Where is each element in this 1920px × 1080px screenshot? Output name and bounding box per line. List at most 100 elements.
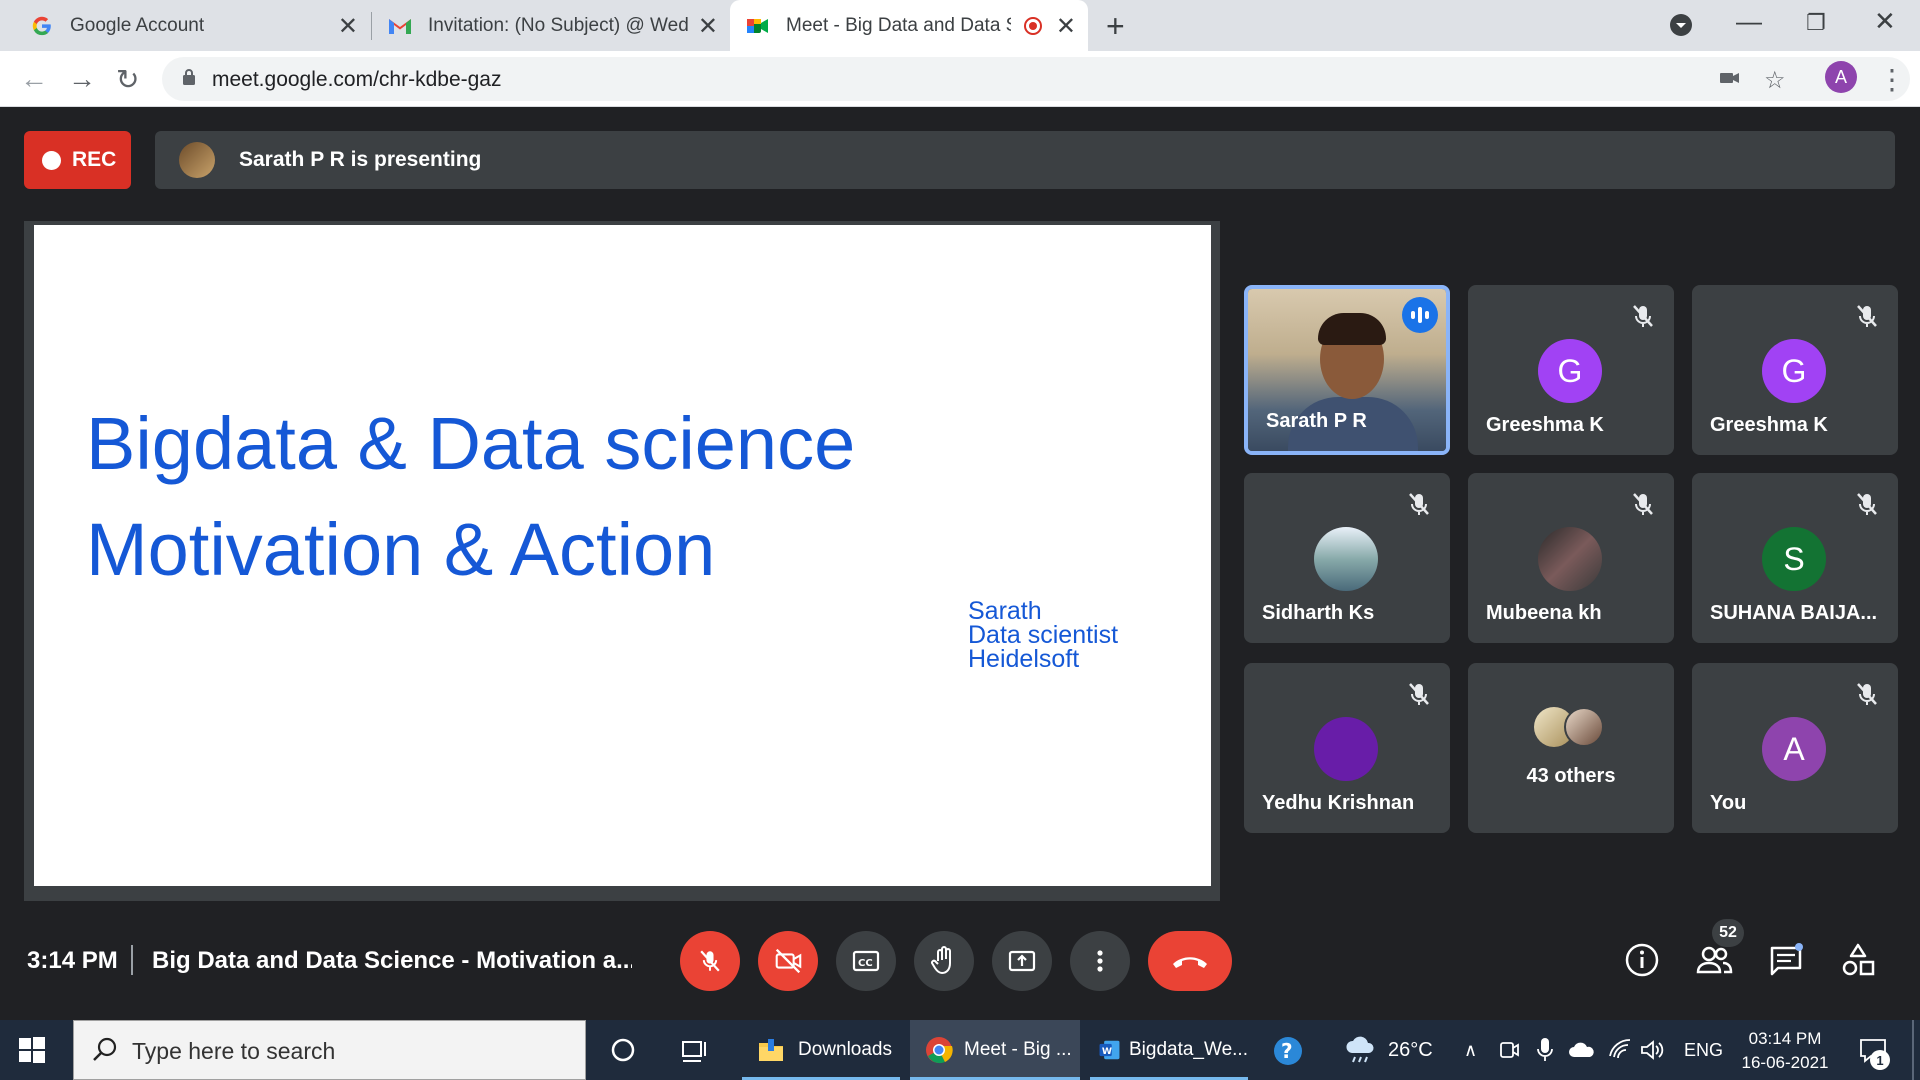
- svg-text:?: ?: [1281, 1039, 1293, 1063]
- google-g-icon: [30, 14, 54, 38]
- task-view-icon[interactable]: [681, 1036, 709, 1064]
- presentation-slide: Bigdata & Data science Motivation & Acti…: [34, 225, 1211, 886]
- chrome-icon: [926, 1037, 953, 1064]
- back-icon[interactable]: ←: [20, 63, 48, 95]
- record-dot-icon: [42, 151, 61, 170]
- reload-icon[interactable]: ↻: [116, 63, 139, 96]
- taskbar-app-word[interactable]: W Bigdata_We...: [1090, 1020, 1248, 1080]
- windows-start-icon[interactable]: [18, 1036, 46, 1064]
- show-desktop-button[interactable]: [1912, 1020, 1914, 1080]
- participant-avatar: S: [1762, 527, 1826, 591]
- camera-icon[interactable]: [1718, 66, 1742, 97]
- participant-name: Greeshma K: [1710, 414, 1828, 436]
- info-icon[interactable]: [1622, 940, 1662, 980]
- hand-icon: [931, 946, 951, 974]
- window-close-icon[interactable]: ✕: [1874, 6, 1896, 37]
- participant-tile[interactable]: Yedhu Krishnan: [1244, 663, 1450, 833]
- participant-photo: [1564, 707, 1604, 747]
- participant-tile[interactable]: S SUHANA BAIJA...: [1692, 473, 1898, 643]
- notification-count-badge: 1: [1870, 1050, 1890, 1070]
- participant-tile[interactable]: Mubeena kh: [1468, 473, 1674, 643]
- slide-title-line1: Bigdata & Data science: [86, 402, 856, 485]
- wifi-icon[interactable]: [1608, 1038, 1632, 1060]
- close-tab-icon[interactable]: ✕: [1056, 12, 1076, 41]
- activities-icon[interactable]: [1838, 940, 1878, 980]
- system-clock[interactable]: 03:14 PM 16-06-2021: [1730, 1027, 1840, 1075]
- taskbar-app-downloads[interactable]: Downloads: [742, 1020, 900, 1080]
- language-indicator[interactable]: ENG: [1684, 1020, 1723, 1080]
- help-icon[interactable]: ?: [1272, 1035, 1304, 1067]
- svg-text:CC: CC: [858, 958, 873, 969]
- volume-icon[interactable]: [1640, 1038, 1666, 1062]
- speaking-indicator-icon: [1402, 297, 1438, 333]
- taskbar-app-label: Downloads: [798, 1039, 892, 1060]
- participant-name: You: [1710, 792, 1747, 814]
- mic-toggle-button[interactable]: [680, 931, 740, 991]
- participant-tile[interactable]: G Greeshma K: [1692, 285, 1898, 455]
- tab-search-icon[interactable]: [1670, 14, 1692, 36]
- meeting-title: Big Data and Data Science - Motivation a…: [152, 947, 632, 974]
- folder-icon: [759, 1039, 783, 1061]
- browser-toolbar: ← → ↻ meet.google.com/chr-kdbe-gaz ☆ A ⋮: [0, 51, 1920, 107]
- participant-name: Mubeena kh: [1486, 602, 1602, 624]
- onedrive-icon[interactable]: [1568, 1040, 1596, 1060]
- hang-up-icon: [1173, 957, 1207, 968]
- participant-tile[interactable]: G Greeshma K: [1468, 285, 1674, 455]
- mic-off-icon: [1409, 683, 1429, 705]
- chrome-menu-icon[interactable]: ⋮: [1878, 63, 1906, 96]
- tab-invitation[interactable]: Invitation: (No Subject) @ Wed Ju ✕: [372, 0, 730, 51]
- participant-avatar: A: [1762, 717, 1826, 781]
- present-screen-icon: [1008, 950, 1036, 972]
- presenter-avatar: [179, 142, 215, 178]
- taskbar-search-box[interactable]: Type here to search: [73, 1020, 586, 1080]
- gmail-icon: [388, 14, 412, 38]
- participant-tile[interactable]: Sarath P R: [1244, 285, 1450, 455]
- others-count-label: 43 others: [1526, 765, 1616, 787]
- search-placeholder: Type here to search: [132, 1038, 336, 1064]
- mic-off-icon: [1857, 305, 1877, 327]
- camera-toggle-button[interactable]: [758, 931, 818, 991]
- svg-text:W: W: [1102, 1046, 1112, 1057]
- address-bar[interactable]: meet.google.com/chr-kdbe-gaz ☆: [162, 57, 1910, 101]
- weather-widget[interactable]: 26°C: [1344, 1020, 1433, 1080]
- new-tab-icon[interactable]: +: [1106, 8, 1125, 45]
- more-options-button[interactable]: [1070, 931, 1130, 991]
- cortana-icon[interactable]: [610, 1037, 636, 1063]
- microphone-icon[interactable]: [1536, 1036, 1554, 1064]
- mic-off-icon: [700, 950, 720, 972]
- forward-icon[interactable]: →: [68, 63, 96, 95]
- minimize-icon[interactable]: —: [1736, 6, 1762, 37]
- tab-meet[interactable]: Meet - Big Data and Data Sc ✕: [730, 0, 1088, 51]
- captions-button[interactable]: CC: [836, 931, 896, 991]
- close-tab-icon[interactable]: ✕: [338, 12, 358, 41]
- show-hidden-icons-icon[interactable]: ∧: [1464, 1020, 1477, 1080]
- meet-now-icon[interactable]: [1498, 1038, 1520, 1062]
- restore-icon[interactable]: ❐: [1806, 10, 1826, 36]
- participant-avatar: [1314, 717, 1378, 781]
- profile-avatar[interactable]: A: [1825, 61, 1857, 93]
- participant-tile[interactable]: Sidharth Ks: [1244, 473, 1450, 643]
- others-tile[interactable]: 43 others: [1468, 663, 1674, 833]
- bookmark-star-icon[interactable]: ☆: [1764, 66, 1786, 95]
- meeting-time: 3:14 PM: [27, 947, 118, 974]
- leave-call-button[interactable]: [1148, 931, 1232, 991]
- taskbar-app-chrome[interactable]: Meet - Big ...: [910, 1020, 1080, 1080]
- participant-photo: [1538, 527, 1602, 591]
- chat-icon[interactable]: [1766, 940, 1806, 980]
- present-now-button[interactable]: [992, 931, 1052, 991]
- search-icon: [93, 1037, 117, 1061]
- presentation-frame: Bigdata & Data science Motivation & Acti…: [24, 221, 1220, 901]
- self-tile[interactable]: A You: [1692, 663, 1898, 833]
- tab-google-account[interactable]: Google Account ✕: [0, 0, 370, 51]
- weather-temperature: 26°C: [1388, 1038, 1433, 1061]
- close-tab-icon[interactable]: ✕: [698, 12, 718, 41]
- tab-title: Google Account: [70, 14, 205, 36]
- mic-off-icon: [1633, 305, 1653, 327]
- participant-name: Greeshma K: [1486, 414, 1604, 436]
- raise-hand-button[interactable]: [914, 931, 974, 991]
- participant-name: Yedhu Krishnan: [1262, 792, 1415, 814]
- windows-taskbar: Type here to search Downloads Meet - Big…: [0, 1020, 1920, 1080]
- meet-area: REC Sarath P R is presenting Bigdata & D…: [0, 107, 1920, 1020]
- taskbar-app-label: Bigdata_We...: [1128, 1039, 1248, 1060]
- participant-avatar: G: [1538, 339, 1602, 403]
